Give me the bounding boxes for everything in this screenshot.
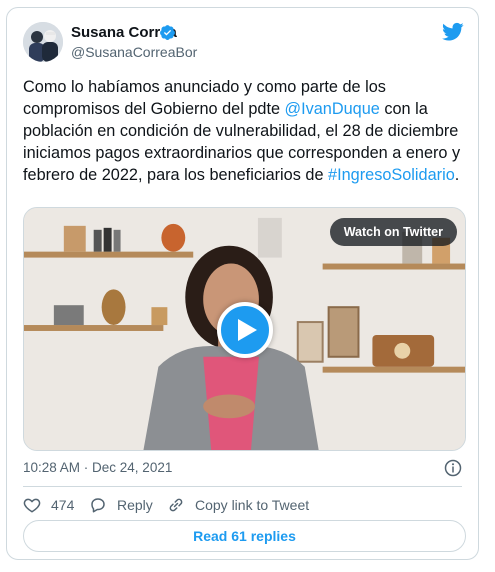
tweet-timestamp[interactable]: 10:28 AM · Dec 24, 2021 xyxy=(23,460,172,475)
heart-icon xyxy=(23,498,41,513)
reply-button[interactable]: Reply xyxy=(89,495,153,515)
read-replies-button[interactable]: Read 61 replies xyxy=(23,520,466,552)
tweet-text-part: . xyxy=(454,166,460,184)
reply-icon xyxy=(91,498,105,513)
info-icon[interactable] xyxy=(444,459,462,477)
play-icon xyxy=(238,319,257,341)
copy-link-button[interactable]: Copy link to Tweet xyxy=(167,495,309,515)
avatar[interactable] xyxy=(23,22,63,62)
play-button[interactable] xyxy=(217,302,273,358)
like-button[interactable]: 474 xyxy=(23,495,74,515)
link-icon xyxy=(169,498,183,512)
tweet-text: Como lo habíamos anunciado y como parte … xyxy=(23,76,469,186)
watch-on-twitter-button[interactable]: Watch on Twitter xyxy=(329,218,457,246)
author-handle[interactable]: @SusanaCorreaBor xyxy=(71,44,197,60)
mention-link[interactable]: @IvanDuque xyxy=(285,100,380,118)
like-count: 474 xyxy=(51,497,75,513)
copy-link-label: Copy link to Tweet xyxy=(195,497,310,513)
verified-badge-icon xyxy=(160,25,175,40)
video-player[interactable]: Watch on Twitter xyxy=(23,207,466,451)
hashtag-link[interactable]: #IngresoSolidario xyxy=(328,166,455,184)
reply-label: Reply xyxy=(117,497,153,513)
tweet-card: Susana Correa @SusanaCorreaBor Como lo h… xyxy=(6,7,479,560)
divider xyxy=(23,486,462,487)
twitter-bird-icon[interactable] xyxy=(442,22,464,42)
